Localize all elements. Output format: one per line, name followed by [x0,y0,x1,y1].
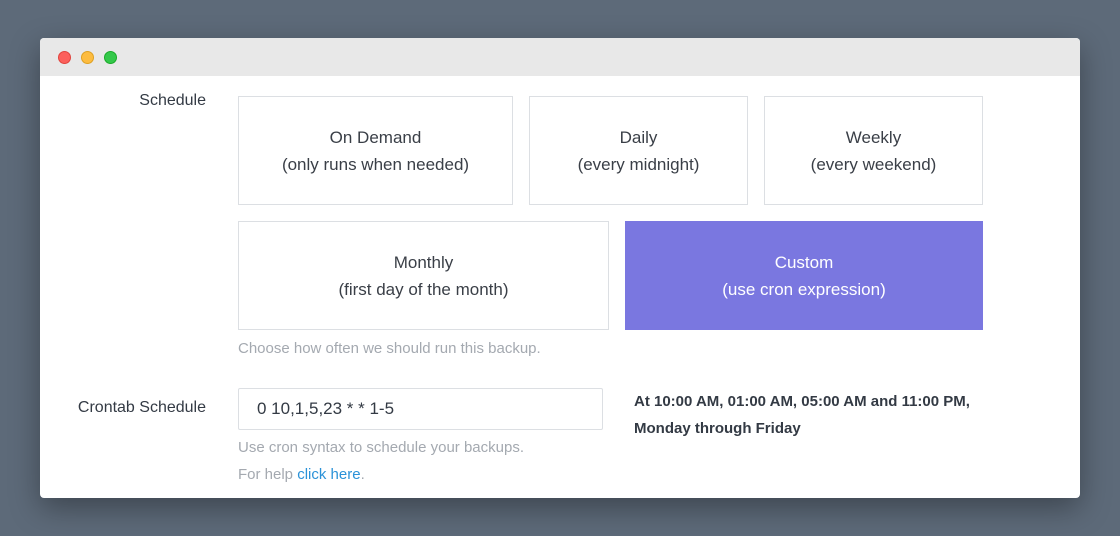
schedule-label: Schedule [139,92,206,109]
option-title: Weekly [845,127,902,147]
window-titlebar [40,38,1080,76]
cron-description-line1: At 10:00 AM, 01:00 AM, 05:00 AM and 11:0… [634,393,970,410]
crontab-hint: Use cron syntax to schedule your backups… [238,439,524,456]
option-title: On Demand [329,127,422,147]
schedule-option-monthly[interactable]: Monthly (first day of the month) [238,221,609,330]
cron-description-line2: Monday through Friday [634,420,801,437]
help-suffix: . [360,466,365,483]
crontab-label: Crontab Schedule [77,399,206,416]
option-title: Daily [619,127,658,147]
option-subtitle: (only runs when needed) [281,154,470,174]
option-subtitle: (use cron expression) [722,279,886,299]
close-window-button[interactable] [58,51,71,64]
cron-description: At 10:00 AM, 01:00 AM, 05:00 AM and 11:0… [634,388,1034,442]
help-prefix: For help [238,466,298,483]
option-title: Monthly [393,252,454,272]
app-window: Schedule On Demand (only runs when neede… [40,38,1080,498]
option-subtitle: (every weekend) [810,154,937,174]
schedule-option-daily[interactable]: Daily (every midnight) [529,96,748,205]
schedule-option-on-demand[interactable]: On Demand (only runs when needed) [238,96,513,205]
schedule-option-custom[interactable]: Custom (use cron expression) [625,221,983,330]
minimize-window-button[interactable] [81,51,94,64]
option-subtitle: (first day of the month) [338,279,509,299]
crontab-help: For help click here. [238,466,365,483]
maximize-window-button[interactable] [104,51,117,64]
schedule-option-weekly[interactable]: Weekly (every weekend) [764,96,983,205]
crontab-input[interactable] [238,388,603,430]
option-subtitle: (every midnight) [577,154,700,174]
option-title: Custom [774,252,834,272]
help-link[interactable]: click here [297,466,360,483]
schedule-hint: Choose how often we should run this back… [238,340,541,357]
